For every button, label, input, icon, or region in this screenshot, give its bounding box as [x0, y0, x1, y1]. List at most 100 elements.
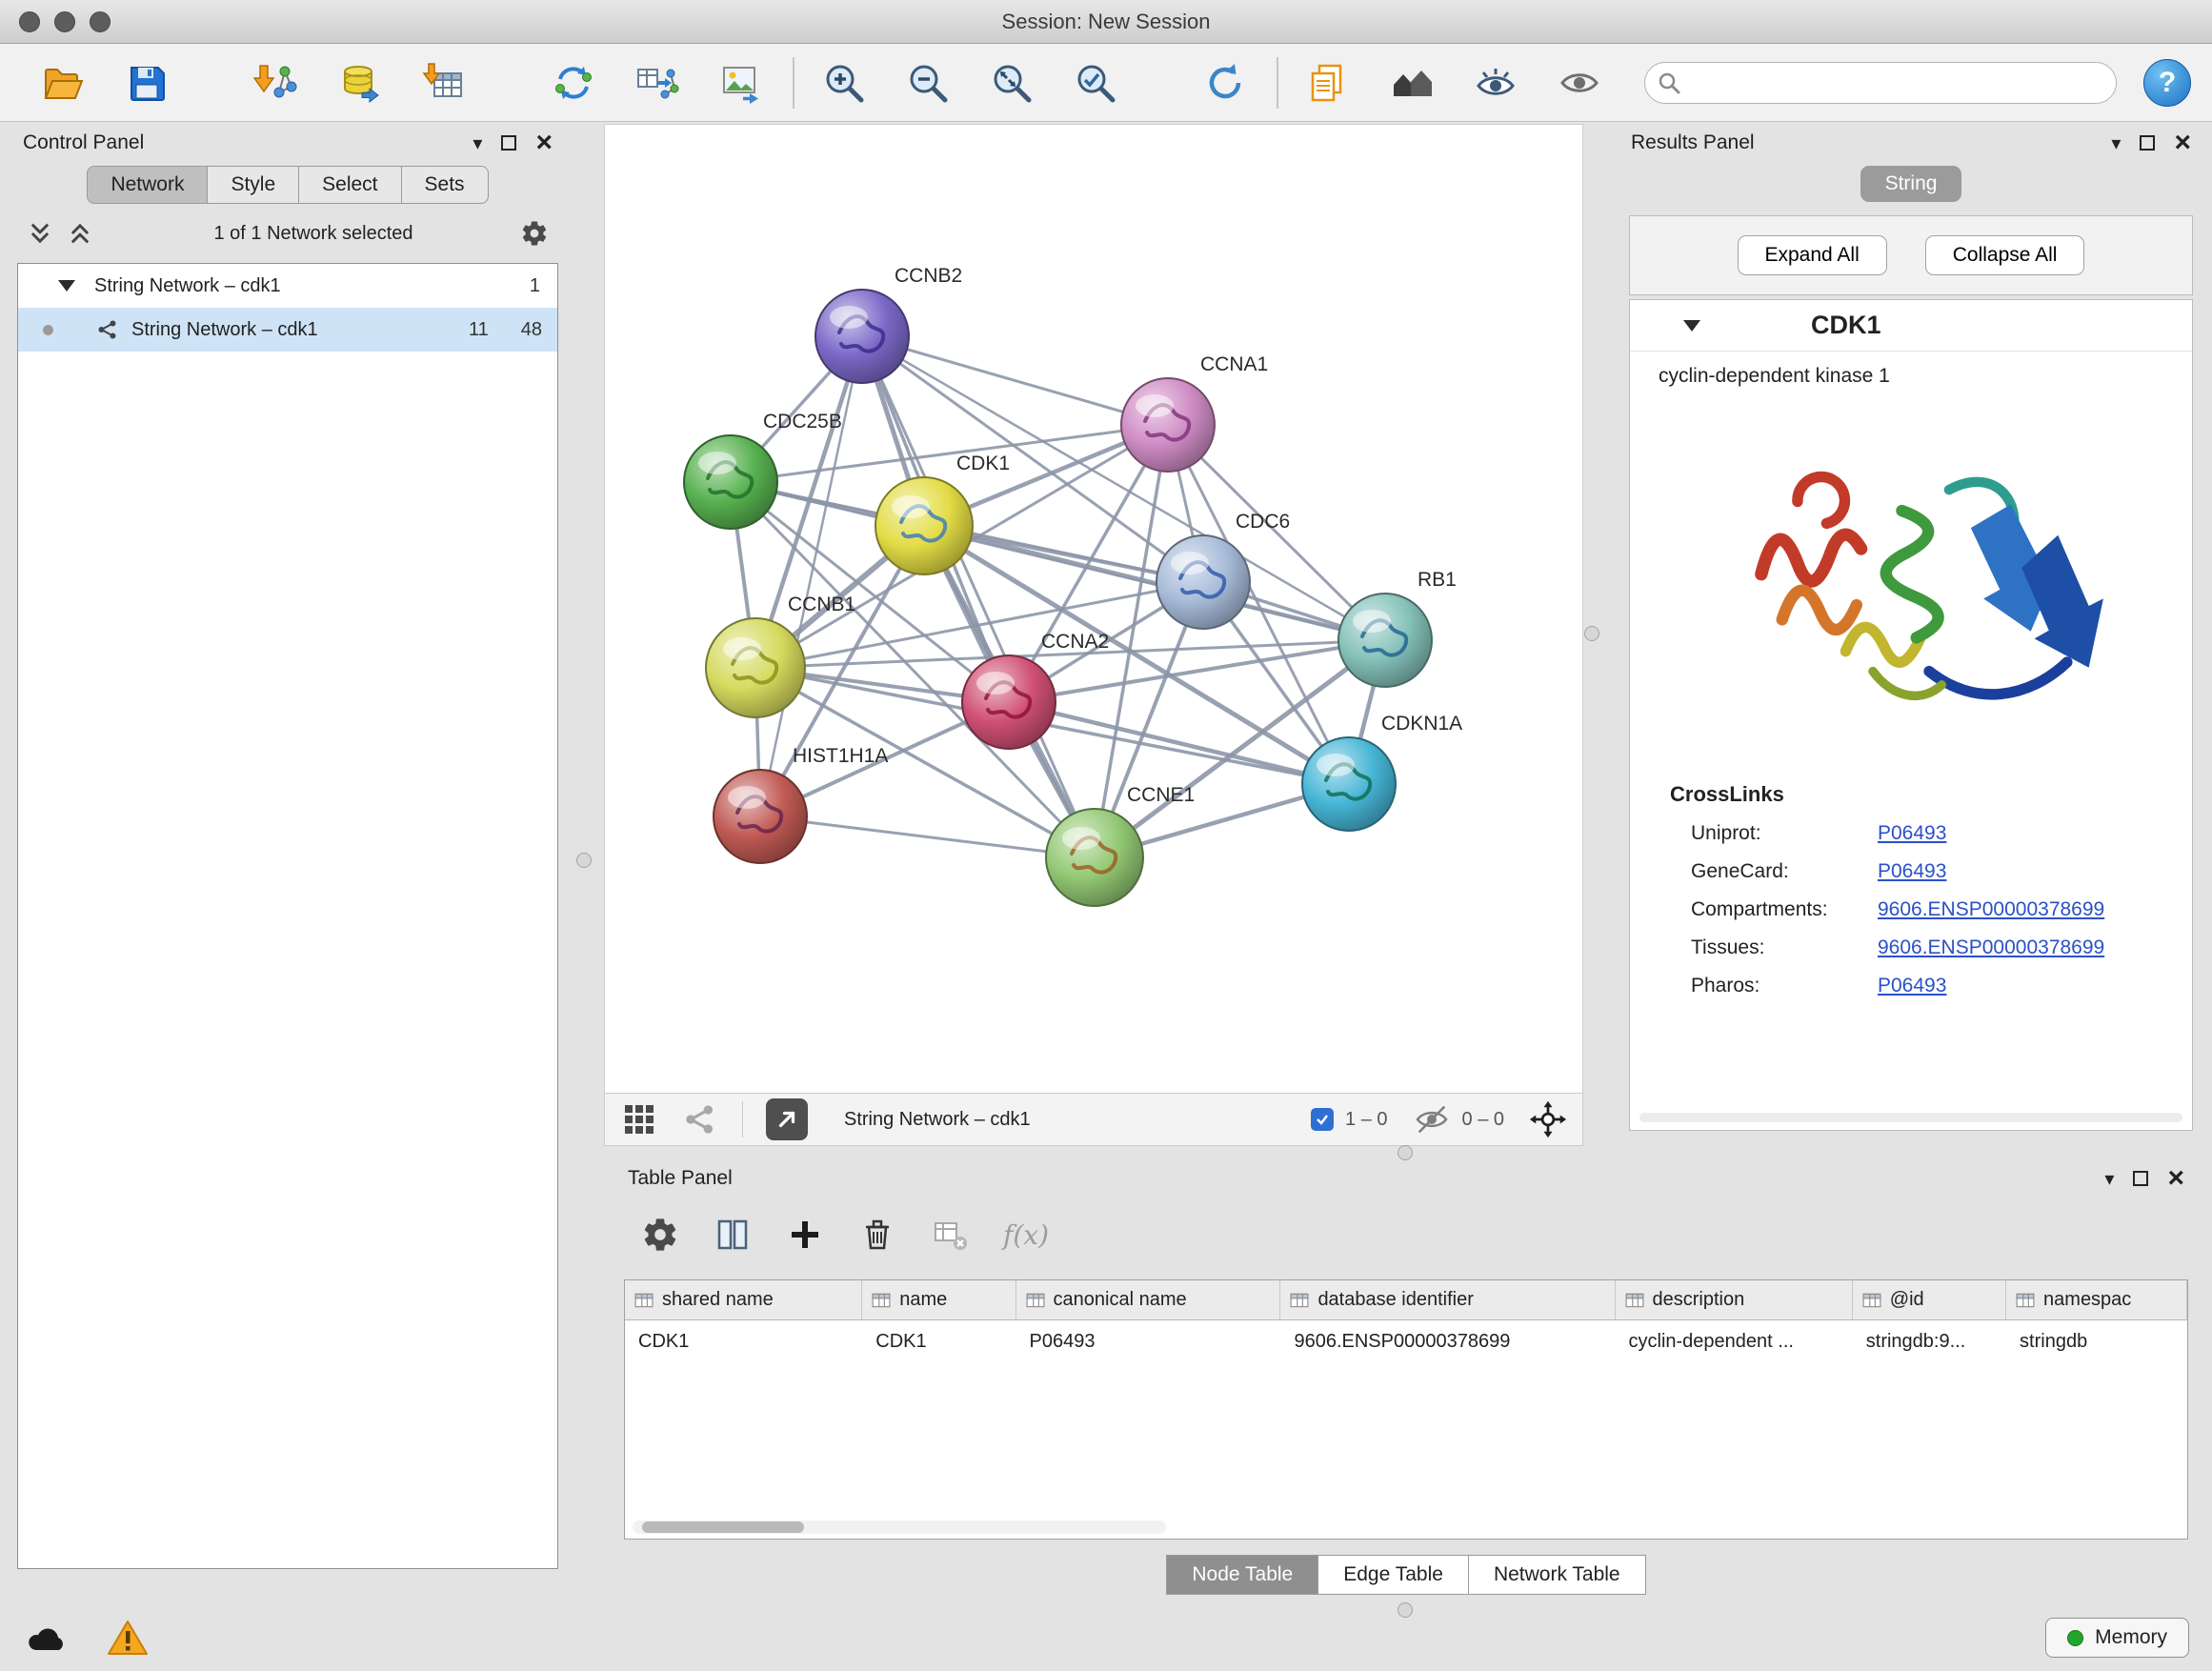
- tab-edge-table[interactable]: Edge Table: [1318, 1555, 1469, 1595]
- table-cell[interactable]: 9606.ENSP00000378699: [1280, 1320, 1615, 1362]
- tab-sets[interactable]: Sets: [402, 166, 489, 204]
- tissues-link[interactable]: 9606.ENSP00000378699: [1878, 936, 2104, 959]
- expand-all-icon[interactable]: [67, 220, 93, 247]
- warning-icon[interactable]: [107, 1619, 149, 1657]
- pharos-link[interactable]: P06493: [1878, 975, 1946, 997]
- copy-button[interactable]: [1299, 53, 1357, 112]
- selected-checkbox-icon[interactable]: [1311, 1108, 1334, 1131]
- column-header[interactable]: description: [1616, 1280, 1853, 1320]
- close-panel-icon[interactable]: ×: [2174, 135, 2191, 151]
- export-image-button[interactable]: [713, 53, 770, 112]
- tab-node-table[interactable]: Node Table: [1166, 1555, 1318, 1595]
- table-cell[interactable]: cyclin-dependent ...: [1616, 1320, 1853, 1362]
- horizontal-scrollbar[interactable]: [633, 1520, 1166, 1534]
- hidden-eye-slash-icon[interactable]: [1413, 1100, 1451, 1138]
- float-panel-icon[interactable]: ▾: [473, 131, 482, 155]
- network-edge[interactable]: [862, 336, 1095, 857]
- tab-network[interactable]: Network: [87, 166, 208, 204]
- horizontal-splitter-handle[interactable]: [1398, 1145, 1413, 1160]
- network-node-RB1[interactable]: RB1: [1338, 569, 1457, 687]
- expand-all-button[interactable]: Expand All: [1738, 235, 1887, 275]
- table-cell[interactable]: CDK1: [625, 1320, 862, 1362]
- zoom-out-button[interactable]: [899, 53, 956, 112]
- horizontal-scrollbar[interactable]: [1639, 1113, 2182, 1122]
- maximize-panel-icon[interactable]: [2140, 135, 2155, 151]
- network-node-HIST1H1A[interactable]: HIST1H1A: [714, 745, 888, 863]
- network-row[interactable]: String Network – cdk1 11 48: [18, 308, 557, 352]
- zoom-in-button[interactable]: [815, 53, 873, 112]
- home-networks-button[interactable]: [1383, 53, 1440, 112]
- float-panel-icon[interactable]: ▾: [2104, 1167, 2114, 1191]
- network-canvas[interactable]: CCNB2CCNA1CDC25BCDK1CDC6RB1CCNB1CCNA2CDK…: [605, 125, 1582, 1093]
- delete-column-icon[interactable]: [858, 1216, 896, 1254]
- show-hide-button[interactable]: [1551, 53, 1608, 112]
- left-splitter-handle[interactable]: [576, 853, 592, 868]
- close-panel-icon[interactable]: ×: [2167, 1171, 2184, 1186]
- import-table-button[interactable]: [415, 53, 473, 112]
- network-edge[interactable]: [862, 336, 1168, 425]
- pan-crosshair-icon[interactable]: [1529, 1100, 1567, 1138]
- uniprot-link[interactable]: P06493: [1878, 822, 1946, 845]
- table-cell[interactable]: P06493: [1016, 1320, 1281, 1362]
- memory-button[interactable]: Memory: [2045, 1618, 2189, 1658]
- column-header[interactable]: canonical name: [1016, 1280, 1281, 1320]
- network-from-table-button[interactable]: [629, 53, 686, 112]
- tab-network-table[interactable]: Network Table: [1469, 1555, 1646, 1595]
- maximize-panel-icon[interactable]: [2133, 1171, 2148, 1186]
- table-cell[interactable]: stringdb: [2006, 1320, 2187, 1362]
- help-button[interactable]: ?: [2143, 59, 2191, 107]
- collapse-all-button[interactable]: Collapse All: [1925, 235, 2085, 275]
- genecard-link[interactable]: P06493: [1878, 860, 1946, 883]
- grid-view-icon[interactable]: [620, 1100, 658, 1138]
- column-header[interactable]: shared name: [625, 1280, 862, 1320]
- table-row[interactable]: CDK1CDK1P064939606.ENSP00000378699cyclin…: [625, 1320, 2187, 1362]
- add-column-icon[interactable]: [786, 1216, 824, 1254]
- compartments-link[interactable]: 9606.ENSP00000378699: [1878, 898, 2104, 921]
- network-edge[interactable]: [760, 816, 1095, 857]
- zoom-selected-button[interactable]: [1067, 53, 1124, 112]
- string-eye-button[interactable]: [1467, 53, 1524, 112]
- collapse-all-icon[interactable]: [27, 220, 53, 247]
- function-builder-button[interactable]: f(x): [1003, 1219, 1049, 1251]
- import-network-from-database-button[interactable]: [332, 53, 389, 112]
- entry-header[interactable]: CDK1: [1630, 300, 2192, 352]
- open-session-button[interactable]: [34, 53, 91, 112]
- import-network-button[interactable]: [248, 53, 305, 112]
- network-collection-row[interactable]: String Network – cdk1 1: [18, 264, 557, 308]
- show-columns-icon[interactable]: [714, 1216, 752, 1254]
- disclosure-triangle-icon[interactable]: [58, 280, 75, 292]
- clone-network-button[interactable]: [545, 53, 602, 112]
- network-node-CCNB2[interactable]: CCNB2: [815, 265, 962, 383]
- network-node-CDK1[interactable]: CDK1: [875, 453, 1010, 574]
- table-cell[interactable]: stringdb:9...: [1853, 1320, 2006, 1362]
- network-node-CDKN1A[interactable]: CDKN1A: [1302, 713, 1462, 831]
- column-header[interactable]: @id: [1853, 1280, 2006, 1320]
- close-panel-icon[interactable]: ×: [535, 135, 553, 151]
- tab-style[interactable]: Style: [208, 166, 299, 204]
- disclosure-triangle-icon[interactable]: [1683, 320, 1700, 332]
- table-cell[interactable]: CDK1: [862, 1320, 1016, 1362]
- network-options-gear-icon[interactable]: [520, 219, 549, 248]
- birdseye-view-button[interactable]: [766, 1098, 808, 1140]
- cloud-icon[interactable]: [23, 1621, 69, 1655]
- column-header[interactable]: namespac: [2006, 1280, 2187, 1320]
- table-options-gear-icon[interactable]: [641, 1216, 679, 1254]
- maximize-panel-icon[interactable]: [501, 135, 516, 151]
- refresh-button[interactable]: [1196, 53, 1254, 112]
- scrollbar-thumb[interactable]: [642, 1521, 804, 1533]
- right-splitter-handle[interactable]: [1584, 626, 1599, 641]
- detach-view-icon[interactable]: [681, 1100, 719, 1138]
- tab-select[interactable]: Select: [299, 166, 401, 204]
- node-label: CDC25B: [763, 411, 842, 433]
- column-header[interactable]: database identifier: [1280, 1280, 1615, 1320]
- search-input[interactable]: [1644, 62, 2117, 104]
- node-table: shared namenamecanonical namedatabase id…: [624, 1279, 2188, 1540]
- network-node-CCNB1[interactable]: CCNB1: [706, 594, 855, 717]
- column-header[interactable]: name: [862, 1280, 1016, 1320]
- save-session-button[interactable]: [118, 53, 175, 112]
- tab-string[interactable]: String: [1860, 166, 1962, 202]
- clear-table-icon[interactable]: [931, 1216, 969, 1254]
- network-node-CCNA1[interactable]: CCNA1: [1121, 353, 1268, 472]
- zoom-fit-button[interactable]: [983, 53, 1040, 112]
- float-panel-icon[interactable]: ▾: [2111, 131, 2121, 155]
